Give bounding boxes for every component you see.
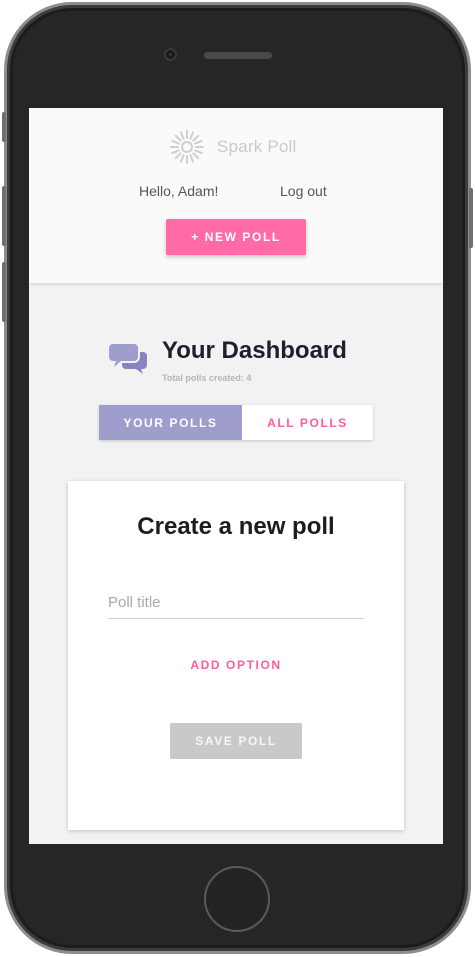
polls-count: Total polls created: 4 xyxy=(162,373,252,383)
poll-title-input[interactable] xyxy=(108,587,364,619)
front-camera xyxy=(164,48,177,61)
tab-your-polls[interactable]: YOUR POLLS xyxy=(99,405,242,440)
phone-power-button xyxy=(469,188,473,248)
create-poll-card: Create a new poll ADD OPTION SAVE POLL xyxy=(68,481,404,830)
add-option-button[interactable]: ADD OPTION xyxy=(68,658,404,672)
app-header: Spark Poll Hello, Adam! Log out + NEW PO… xyxy=(29,108,443,283)
app-screen: Spark Poll Hello, Adam! Log out + NEW PO… xyxy=(29,108,443,844)
new-poll-button[interactable]: + NEW POLL xyxy=(166,219,306,255)
earpiece-speaker xyxy=(204,52,272,59)
phone-silent-switch xyxy=(2,112,6,142)
chat-bubbles-icon xyxy=(109,344,147,374)
poll-tabs: YOUR POLLS ALL POLLS xyxy=(99,405,373,440)
sunburst-logo-icon xyxy=(170,130,204,164)
home-button[interactable] xyxy=(204,866,270,932)
brand-name: Spark Poll xyxy=(217,137,297,156)
phone-volume-up xyxy=(2,186,6,246)
logout-link[interactable]: Log out xyxy=(280,183,327,199)
user-greeting: Hello, Adam! xyxy=(139,183,219,199)
tab-all-polls[interactable]: ALL POLLS xyxy=(242,405,373,440)
create-poll-title: Create a new poll xyxy=(137,513,335,540)
save-poll-button[interactable]: SAVE POLL xyxy=(170,723,302,759)
page-title: Your Dashboard xyxy=(162,337,347,364)
brand[interactable]: Spark Poll xyxy=(169,129,296,165)
phone-volume-down xyxy=(2,262,6,322)
